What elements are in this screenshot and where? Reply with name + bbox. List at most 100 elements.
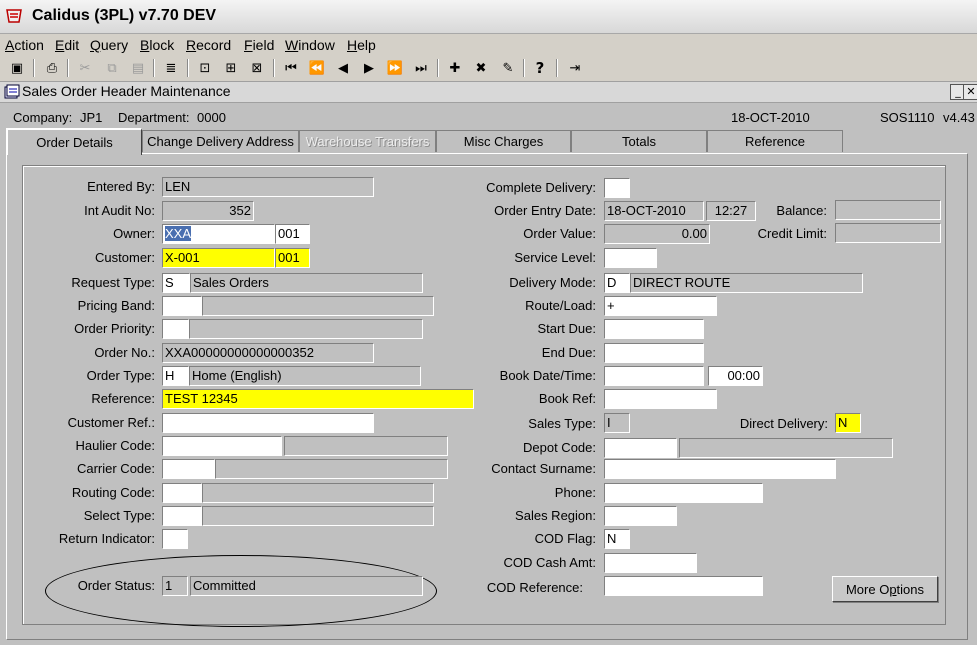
haulier-code-field[interactable] (162, 436, 282, 456)
clear-record-icon[interactable]: ✎ (499, 59, 517, 77)
end-due-label: End Due: (541, 345, 596, 360)
direct-delivery-label: Direct Delivery: (739, 416, 828, 431)
tab-misc-charges[interactable]: Misc Charges (436, 130, 571, 152)
tab-change-delivery-address[interactable]: Change Delivery Address (142, 130, 299, 152)
haulier-code-desc-field (284, 436, 448, 456)
insert-record-icon[interactable]: ✚ (446, 59, 464, 77)
tab-warehouse-transfers[interactable]: Warehouse Transfers (299, 130, 436, 152)
menu-help[interactable]: Help (347, 37, 376, 53)
contact-surname-label: Contact Surname: (491, 461, 596, 476)
phone-label: Phone: (554, 485, 596, 500)
next-block-icon[interactable]: ⏩ (386, 59, 404, 77)
owner-sub-field[interactable]: 001 (275, 224, 310, 244)
start-due-field[interactable] (604, 319, 704, 339)
cod-reference-field[interactable] (604, 576, 763, 596)
sales-region-label: Sales Region: (515, 508, 596, 523)
select-type-desc-field (202, 506, 434, 526)
tab-reference[interactable]: Reference (707, 130, 843, 152)
int-audit-no-field[interactable]: 352 (162, 201, 254, 221)
cut-icon[interactable]: ✂ (76, 59, 94, 77)
close-icon[interactable]: ✕ (963, 84, 977, 100)
tab-order-details[interactable]: Order Details (6, 128, 142, 155)
order-status-desc-field: Committed (190, 576, 423, 596)
exit-icon[interactable]: ⇥ (566, 59, 584, 77)
delivery-mode-code-field[interactable]: D (604, 273, 630, 293)
menu-window[interactable]: Window (285, 37, 335, 53)
credit-limit-field[interactable] (835, 223, 941, 243)
route-load-field[interactable]: + (604, 296, 717, 316)
sales-region-field[interactable] (604, 506, 677, 526)
service-level-field[interactable] (604, 248, 657, 268)
execute-query-icon[interactable]: ⊞ (222, 59, 240, 77)
menu-block[interactable]: Block (140, 37, 174, 53)
routing-code-field[interactable] (162, 483, 202, 503)
help-icon[interactable]: ? (531, 59, 549, 77)
book-ref-field[interactable] (604, 389, 717, 409)
order-type-code-field[interactable]: H (162, 366, 189, 386)
order-status-code-field[interactable]: 1 (162, 576, 188, 596)
book-date-field[interactable] (604, 366, 704, 386)
order-entry-date-field[interactable]: 18-OCT-2010 (604, 201, 704, 221)
order-entry-time-field[interactable]: 12:27 (706, 201, 756, 221)
customer-field[interactable]: X-001 (162, 248, 275, 268)
sales-type-label: Sales Type: (528, 416, 596, 431)
cod-flag-field[interactable]: N (604, 529, 630, 549)
menu-query[interactable]: Query (90, 37, 128, 53)
paste-icon[interactable]: ▤ (129, 59, 147, 77)
order-entry-date-label: Order Entry Date: (494, 203, 596, 218)
delivery-mode-label: Delivery Mode: (509, 275, 596, 290)
reference-field[interactable]: TEST 12345 (162, 389, 474, 409)
print-icon[interactable]: ⎙ (43, 59, 61, 77)
entered-by-field[interactable]: LEN (162, 177, 374, 197)
order-value-field[interactable]: 0.00 (604, 224, 710, 244)
delivery-mode-desc-field: DIRECT ROUTE (630, 273, 863, 293)
select-type-field[interactable] (162, 506, 202, 526)
end-due-field[interactable] (604, 343, 704, 363)
more-options-button[interactable]: More Op tions (832, 576, 938, 602)
carrier-code-field[interactable] (162, 459, 215, 479)
order-type-label: Order Type: (86, 368, 155, 383)
contact-surname-field[interactable] (604, 459, 836, 479)
book-time-field[interactable]: 00:00 (708, 366, 763, 386)
enter-query-icon[interactable]: ⊡ (196, 59, 214, 77)
last-record-icon[interactable]: ⏭ (412, 59, 430, 77)
sales-type-field[interactable]: I (604, 413, 630, 433)
depot-code-field[interactable] (604, 438, 677, 458)
owner-field[interactable]: XXA (162, 224, 275, 244)
routing-code-desc-field (202, 483, 434, 503)
order-priority-code-field[interactable] (162, 319, 189, 339)
cod-cash-amt-field[interactable] (604, 553, 697, 573)
balance-field[interactable] (835, 200, 941, 220)
delete-record-icon[interactable]: ✖ (472, 59, 490, 77)
previous-block-icon[interactable]: ⏪ (308, 59, 326, 77)
customer-label: Customer: (95, 250, 155, 265)
complete-delivery-field[interactable] (604, 178, 630, 198)
previous-record-icon[interactable]: ◀ (334, 59, 352, 77)
copy-icon[interactable]: ⧉ (103, 59, 121, 77)
pricing-band-code-field[interactable] (162, 296, 202, 316)
menu-field[interactable]: Field (244, 37, 274, 53)
order-no-field[interactable]: XXA00000000000000352 (162, 343, 374, 363)
tab-totals[interactable]: Totals (571, 130, 707, 152)
customer-ref-field[interactable] (162, 413, 374, 433)
menu-record[interactable]: Record (186, 37, 231, 53)
save-icon[interactable]: ▣ (8, 59, 26, 77)
return-indicator-field[interactable] (162, 529, 188, 549)
order-value-label: Order Value: (523, 226, 596, 241)
department-label: Department: (118, 110, 190, 125)
menu-edit[interactable]: Edit (55, 37, 79, 53)
cancel-query-icon[interactable]: ⊠ (248, 59, 266, 77)
list-icon[interactable]: ≣ (162, 59, 180, 77)
first-record-icon[interactable]: ⏮ (282, 59, 300, 77)
phone-field[interactable] (604, 483, 763, 503)
request-type-label: Request Type: (71, 275, 155, 290)
direct-delivery-field[interactable]: N (835, 413, 861, 433)
order-priority-desc-field (189, 319, 423, 339)
order-type-desc-field: Home (English) (189, 366, 421, 386)
company-value: JP1 (80, 110, 103, 125)
request-type-code-field[interactable]: S (162, 273, 190, 293)
customer-sub-field[interactable]: 001 (275, 248, 310, 268)
menu-action[interactable]: Action (5, 37, 44, 53)
cod-cash-amt-label: COD Cash Amt: (503, 555, 596, 570)
next-record-icon[interactable]: ▶ (360, 59, 378, 77)
